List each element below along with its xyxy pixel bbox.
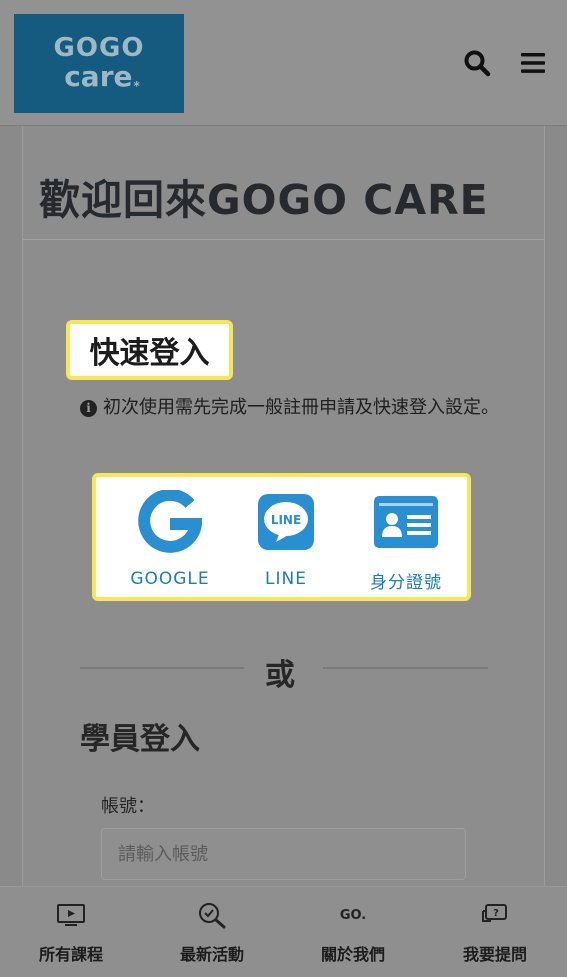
magnifier-check-icon [196,901,228,929]
divider-line [80,667,244,669]
or-divider: 或 [80,648,488,693]
tv-play-icon [55,901,87,929]
nav-about-us[interactable]: GO. 關於我們 [282,887,424,977]
nav-label: 我要提問 [462,945,527,964]
nav-ask-question[interactable]: ? 我要提問 [424,887,566,977]
site-header: GOGO care* [0,0,567,126]
question-chat-icon: ? [479,901,511,929]
line-login-button[interactable]: LINE LINE [226,489,346,593]
quick-login-notice: i 初次使用需先完成一般註冊申請及快速登入設定。 [80,392,500,424]
provider-label: 身分證號 [370,573,442,593]
bottom-nav: 所有課程 最新活動 GO. 關於我們 ? 我要提問 [0,886,567,977]
google-login-button[interactable]: GOOGLE [110,489,230,593]
google-icon [135,489,205,555]
provider-label: LINE [265,569,307,589]
svg-text:?: ? [493,908,499,919]
logo-line1: GOGO [53,33,145,63]
quick-login-title: 快速登入 [66,320,233,380]
account-label: 帳號： [101,796,155,817]
nav-label: 最新活動 [179,945,244,964]
search-icon[interactable] [462,48,492,78]
line-icon: LINE [251,489,321,555]
go-logo-icon: GO. [339,907,367,923]
nav-latest-events[interactable]: 最新活動 [141,887,283,977]
id-card-icon [371,489,441,554]
page-title: 歡迎回來GOGO CARE [39,176,489,224]
id-number-login-button[interactable]: 身分證號 [346,489,466,593]
logo-line2: care* [64,60,140,93]
nav-all-courses[interactable]: 所有課程 [0,887,142,977]
gogo-care-logo[interactable]: GOGO care* [14,14,184,113]
menu-icon[interactable] [518,48,548,78]
quick-login-providers: GOOGLE LINE LINE 身分證號 [92,473,471,601]
account-input[interactable] [101,828,466,880]
card-header: 歡迎回來GOGO CARE [23,126,544,240]
nav-label: 關於我們 [320,945,385,964]
provider-label: GOOGLE [130,569,210,589]
info-icon: i [80,400,97,417]
divider-line [323,667,488,669]
svg-text:LINE: LINE [271,513,301,527]
nav-label: 所有課程 [38,945,103,964]
or-text: 或 [265,658,295,693]
student-login-title: 學員登入 [80,722,200,757]
